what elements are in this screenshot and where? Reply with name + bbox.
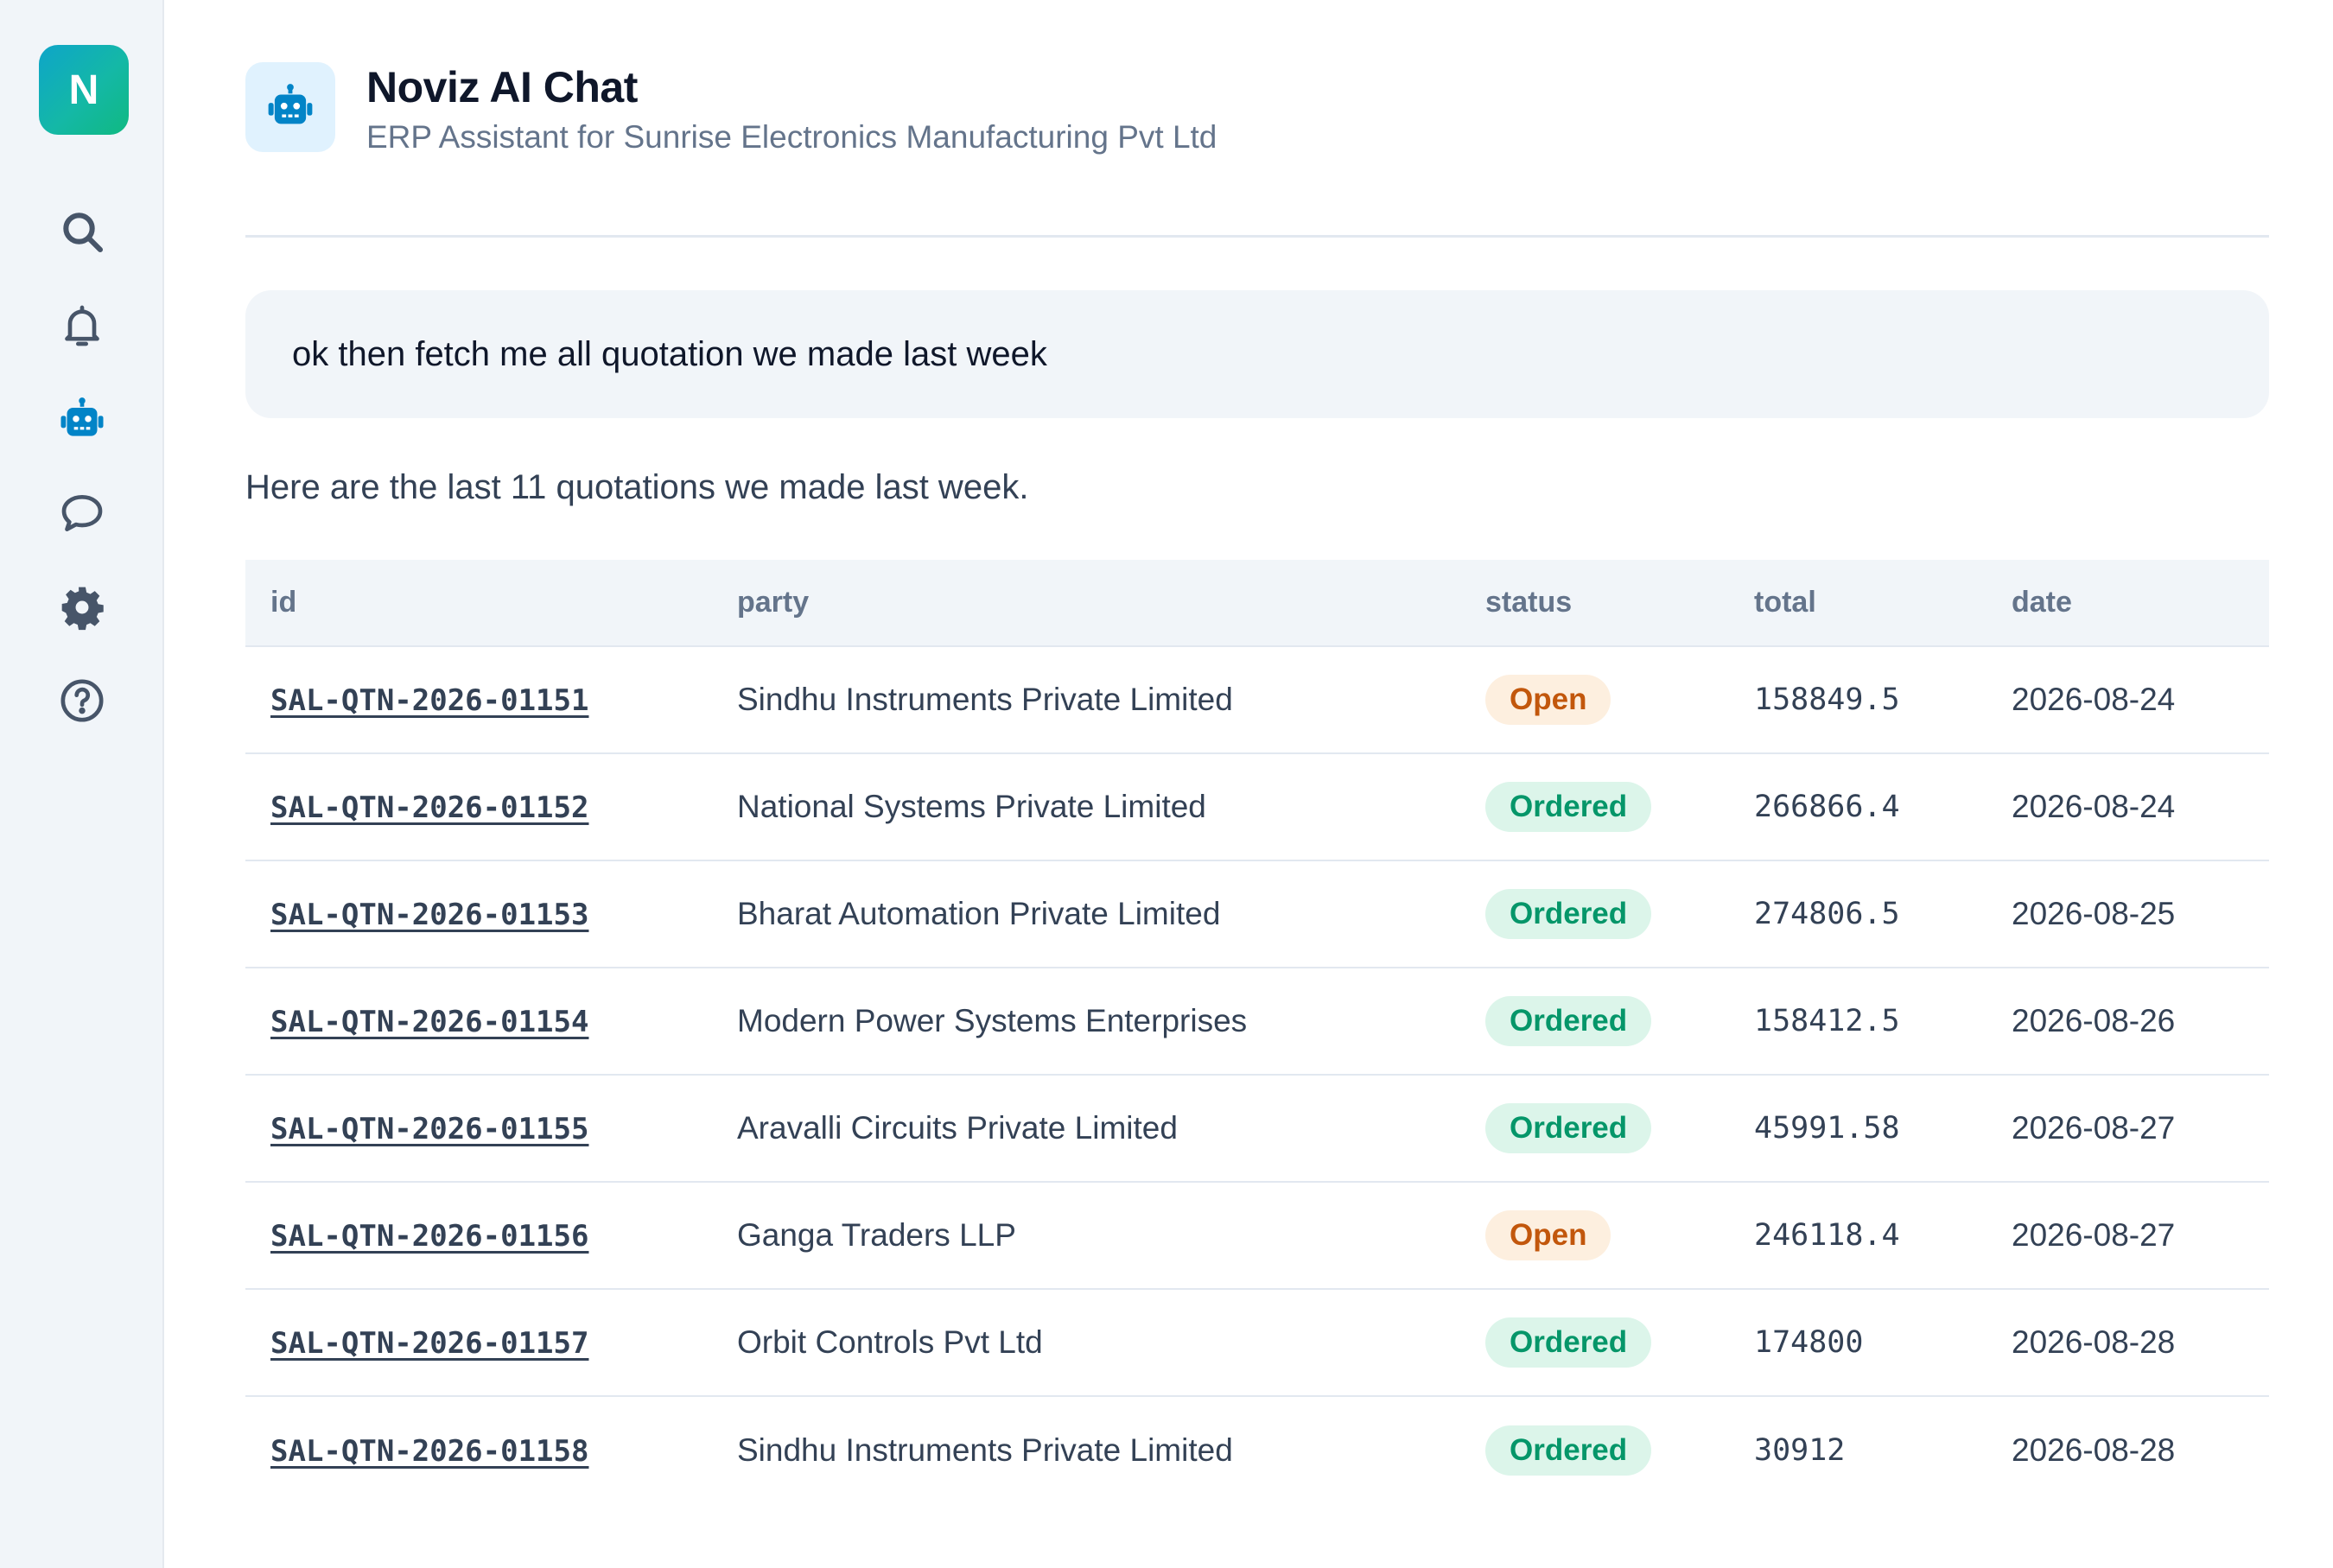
cell-status: Ordered xyxy=(1460,753,1729,860)
cell-status: Ordered xyxy=(1460,860,1729,968)
robot-icon[interactable] xyxy=(54,392,110,448)
cell-date: 2026-08-27 xyxy=(2012,1110,2176,1146)
cell-id: SAL-QTN-2026-01155 xyxy=(245,1075,712,1182)
cell-id: SAL-QTN-2026-01151 xyxy=(245,646,712,753)
column-header-id[interactable]: id xyxy=(245,560,712,647)
table-header-row: id party status total date xyxy=(245,560,2269,647)
table-row[interactable]: SAL-QTN-2026-01156 Ganga Traders LLP Open 2… xyxy=(245,1182,2269,1289)
column-header-total[interactable]: total xyxy=(1729,560,1987,647)
cell-id: SAL-QTN-2026-01154 xyxy=(245,968,712,1075)
status-badge: Ordered xyxy=(1485,889,1652,939)
quotation-link[interactable]: SAL-QTN-2026-01158 xyxy=(270,1434,588,1469)
chat-bubble-icon[interactable] xyxy=(54,486,110,541)
cell-id: SAL-QTN-2026-01152 xyxy=(245,753,712,860)
cell-party: Aravalli Circuits Private Limited xyxy=(737,1110,1178,1146)
cell-date: 2026-08-24 xyxy=(2012,682,2176,717)
bell-icon[interactable] xyxy=(54,298,110,353)
cell-status: Ordered xyxy=(1460,1396,1729,1503)
cell-total: 158412.5 xyxy=(1754,1004,1900,1038)
cell-total: 45991.58 xyxy=(1754,1111,1900,1146)
status-badge: Ordered xyxy=(1485,1425,1652,1476)
page-subtitle: ERP Assistant for Sunrise Electronics Ma… xyxy=(366,119,1217,155)
page-title: Noviz AI Chat xyxy=(366,63,638,111)
quotation-link[interactable]: SAL-QTN-2026-01152 xyxy=(270,790,588,825)
user-message-bubble: ok then fetch me all quotation we made l… xyxy=(245,290,2269,418)
status-badge: Open xyxy=(1485,675,1611,725)
table-body: SAL-QTN-2026-01151 Sindhu Instruments Pri… xyxy=(245,646,2269,1503)
user-message-text: ok then fetch me all quotation we made l… xyxy=(292,334,1047,373)
search-icon[interactable] xyxy=(54,204,110,259)
status-badge: Ordered xyxy=(1485,996,1652,1046)
cell-date: 2026-08-28 xyxy=(2012,1324,2176,1360)
cell-status: Ordered xyxy=(1460,968,1729,1075)
help-circle-icon[interactable] xyxy=(54,673,110,728)
cell-id: SAL-QTN-2026-01157 xyxy=(245,1289,712,1396)
column-header-status[interactable]: status xyxy=(1460,560,1729,647)
cell-date: 2026-08-28 xyxy=(2012,1432,2176,1468)
status-badge: Ordered xyxy=(1485,1103,1652,1153)
quotation-link[interactable]: SAL-QTN-2026-01153 xyxy=(270,898,588,932)
assistant-message-text: Here are the last 11 quotations we made … xyxy=(245,468,1029,506)
quotation-table-container: id party status total date SAL-QTN-2026-… xyxy=(245,560,2269,1503)
cell-status: Ordered xyxy=(1460,1289,1729,1396)
cell-date: 2026-08-26 xyxy=(2012,1003,2176,1038)
cell-id: SAL-QTN-2026-01158 xyxy=(245,1396,712,1503)
cell-party: Modern Power Systems Enterprises xyxy=(737,1003,1248,1038)
table-row[interactable]: SAL-QTN-2026-01152 National Systems Priva… xyxy=(245,753,2269,860)
quotation-link[interactable]: SAL-QTN-2026-01157 xyxy=(270,1326,588,1361)
header-divider xyxy=(245,235,2269,238)
cell-status: Open xyxy=(1460,1182,1729,1289)
cell-date: 2026-08-27 xyxy=(2012,1217,2176,1253)
cell-total: 174800 xyxy=(1754,1325,1864,1360)
assistant-avatar xyxy=(245,62,335,152)
column-header-party[interactable]: party xyxy=(712,560,1460,647)
cell-status: Open xyxy=(1460,646,1729,753)
app-logo[interactable]: N xyxy=(39,45,129,135)
cell-total: 158849.5 xyxy=(1754,682,1900,717)
cell-party: Orbit Controls Pvt Ltd xyxy=(737,1324,1043,1360)
cell-total: 30912 xyxy=(1754,1432,1846,1468)
gear-icon[interactable] xyxy=(54,580,110,635)
quotation-link[interactable]: SAL-QTN-2026-01156 xyxy=(270,1219,588,1254)
table-row[interactable]: SAL-QTN-2026-01157 Orbit Controls Pvt Ltd… xyxy=(245,1289,2269,1396)
table-row[interactable]: SAL-QTN-2026-01154 Modern Power Systems E… xyxy=(245,968,2269,1075)
sidebar: N xyxy=(0,0,164,1568)
cell-party: Bharat Automation Private Limited xyxy=(737,896,1221,931)
chat-main: Noviz AI Chat ERP Assistant for Sunrise … xyxy=(245,0,2269,1568)
cell-party: Sindhu Instruments Private Limited xyxy=(737,1432,1233,1468)
robot-icon xyxy=(268,84,313,124)
quotation-link[interactable]: SAL-QTN-2026-01151 xyxy=(270,683,588,718)
status-badge: Open xyxy=(1485,1210,1611,1260)
cell-party: Ganga Traders LLP xyxy=(737,1217,1016,1253)
cell-party: Sindhu Instruments Private Limited xyxy=(737,682,1233,717)
cell-total: 274806.5 xyxy=(1754,897,1900,931)
cell-date: 2026-08-25 xyxy=(2012,896,2176,931)
table-row[interactable]: SAL-QTN-2026-01155 Aravalli Circuits Priv… xyxy=(245,1075,2269,1182)
quotation-table: id party status total date SAL-QTN-2026-… xyxy=(245,560,2269,1503)
status-badge: Ordered xyxy=(1485,782,1652,832)
table-row[interactable]: SAL-QTN-2026-01151 Sindhu Instruments Pri… xyxy=(245,646,2269,753)
column-header-date[interactable]: date xyxy=(1987,560,2269,647)
chat-header: Noviz AI Chat ERP Assistant for Sunrise … xyxy=(245,62,2269,155)
cell-party: National Systems Private Limited xyxy=(737,789,1206,824)
cell-date: 2026-08-24 xyxy=(2012,789,2176,824)
quotation-link[interactable]: SAL-QTN-2026-01155 xyxy=(270,1112,588,1146)
table-row[interactable]: SAL-QTN-2026-01153 Bharat Automation Priv… xyxy=(245,860,2269,968)
status-badge: Ordered xyxy=(1485,1317,1652,1368)
table-row[interactable]: SAL-QTN-2026-01158 Sindhu Instruments Pri… xyxy=(245,1396,2269,1503)
cell-id: SAL-QTN-2026-01153 xyxy=(245,860,712,968)
cell-total: 266866.4 xyxy=(1754,790,1900,824)
cell-id: SAL-QTN-2026-01156 xyxy=(245,1182,712,1289)
quotation-link[interactable]: SAL-QTN-2026-01154 xyxy=(270,1005,588,1039)
cell-status: Ordered xyxy=(1460,1075,1729,1182)
cell-total: 246118.4 xyxy=(1754,1218,1900,1253)
